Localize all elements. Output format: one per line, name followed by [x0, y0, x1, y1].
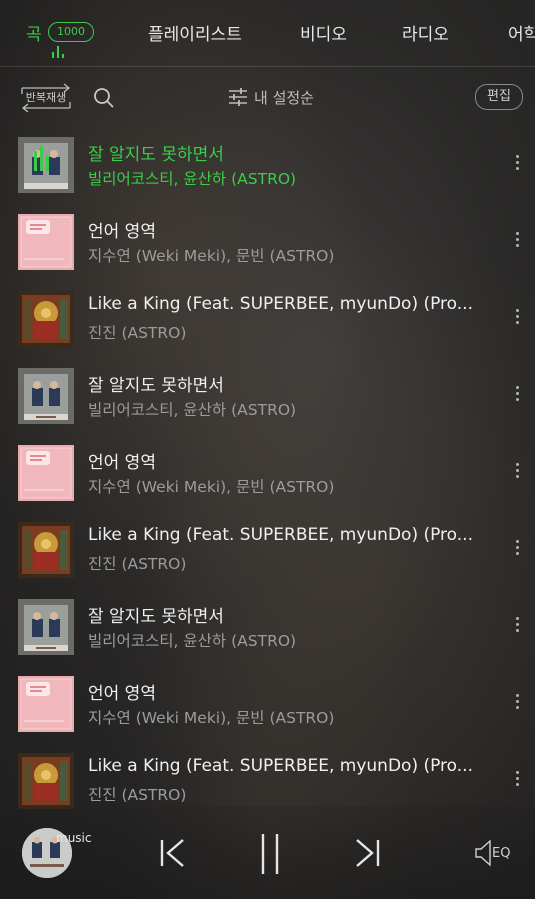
- album-art-eoneo-yeongyeok: [18, 676, 74, 732]
- album-art-eoneo-yeongyeok: [18, 214, 74, 270]
- track-row[interactable]: 잘 알지도 못하면서 빌리어코스티, 윤산하 (ASTRO): [0, 589, 535, 666]
- more-vertical-icon[interactable]: [513, 386, 521, 408]
- tab-songs[interactable]: 곡: [26, 20, 42, 45]
- track-row[interactable]: Like a King (Feat. SUPERBEE, myunDo) (Pr…: [0, 512, 535, 589]
- album-art-like-a-king: [18, 753, 74, 809]
- edit-button[interactable]: 편집: [475, 84, 523, 110]
- track-title: Like a King (Feat. SUPERBEE, myunDo) (Pr…: [88, 525, 473, 545]
- speaker-eq-icon: [475, 839, 491, 867]
- track-artist: 빌리어코스티, 윤산하 (ASTRO): [88, 170, 297, 188]
- more-vertical-icon[interactable]: [513, 463, 521, 485]
- more-vertical-icon[interactable]: [513, 309, 521, 331]
- track-artist: 지수연 (Weki Meki), 문빈 (ASTRO): [88, 478, 335, 496]
- repeat-label: 반복재생: [25, 91, 67, 104]
- album-art-ijaljido: [18, 368, 74, 424]
- track-row[interactable]: 언어 영역 지수연 (Weki Meki), 문빈 (ASTRO): [0, 204, 535, 281]
- more-vertical-icon[interactable]: [513, 540, 521, 562]
- album-art-ijaljido: [18, 137, 74, 193]
- tab-songs-count-badge: 1000: [48, 22, 94, 42]
- album-art-ijaljido: [18, 599, 74, 655]
- tab-playlist[interactable]: 플레이리스트: [148, 20, 242, 45]
- category-tabs: 곡 1000 플레이리스트 비디오 라디오 어학: [0, 0, 535, 67]
- now-playing-equalizer-icon: [52, 46, 66, 58]
- album-art-like-a-king: [18, 522, 74, 578]
- album-art-eoneo-yeongyeok: [18, 445, 74, 501]
- mini-player: music EQ: [0, 806, 535, 899]
- track-title: Like a King (Feat. SUPERBEE, myunDo) (Pr…: [88, 294, 473, 314]
- tab-video[interactable]: 비디오: [300, 20, 347, 45]
- eq-label: EQ: [492, 846, 511, 861]
- more-vertical-icon[interactable]: [513, 232, 521, 254]
- sliders-icon: [229, 88, 247, 106]
- more-vertical-icon[interactable]: [513, 155, 521, 177]
- list-toolbar: 반복재생 내 설정순 편집: [0, 78, 535, 118]
- album-art-like-a-king: [18, 291, 74, 347]
- more-vertical-icon[interactable]: [513, 694, 521, 716]
- track-title: 언어 영역: [88, 222, 156, 242]
- more-vertical-icon[interactable]: [513, 617, 521, 639]
- track-title: 잘 알지도 못하면서: [88, 145, 224, 165]
- track-title: 잘 알지도 못하면서: [88, 607, 224, 627]
- track-title: 언어 영역: [88, 684, 156, 704]
- track-artist: 빌리어코스티, 윤산하 (ASTRO): [88, 401, 297, 419]
- track-title: 언어 영역: [88, 453, 156, 473]
- track-row[interactable]: Like a King (Feat. SUPERBEE, myunDo) (Pr…: [0, 281, 535, 358]
- track-artist: 지수연 (Weki Meki), 문빈 (ASTRO): [88, 709, 335, 727]
- search-icon: [94, 88, 114, 108]
- skip-previous-icon[interactable]: [158, 836, 188, 870]
- track-artist: 진진 (ASTRO): [88, 555, 187, 573]
- pause-icon[interactable]: [255, 832, 285, 876]
- skip-next-icon[interactable]: [352, 836, 382, 870]
- track-artist: 지수연 (Weki Meki), 문빈 (ASTRO): [88, 247, 335, 265]
- track-title: Like a King (Feat. SUPERBEE, myunDo) (Pr…: [88, 756, 473, 776]
- sort-label: 내 설정순: [254, 89, 314, 107]
- track-artist: 진진 (ASTRO): [88, 324, 187, 342]
- track-artist: 진진 (ASTRO): [88, 786, 187, 804]
- tab-language[interactable]: 어학: [508, 20, 535, 45]
- track-row[interactable]: 언어 영역 지수연 (Weki Meki), 문빈 (ASTRO): [0, 435, 535, 512]
- more-vertical-icon[interactable]: [513, 771, 521, 793]
- track-row[interactable]: 잘 알지도 못하면서 빌리어코스티, 윤산하 (ASTRO): [0, 127, 535, 204]
- track-row[interactable]: 잘 알지도 못하면서 빌리어코스티, 윤산하 (ASTRO): [0, 358, 535, 435]
- search-button[interactable]: [92, 86, 116, 110]
- track-list: 잘 알지도 못하면서 빌리어코스티, 윤산하 (ASTRO) 언어 영역 지수연…: [0, 127, 535, 820]
- track-artist: 빌리어코스티, 윤산하 (ASTRO): [88, 632, 297, 650]
- track-title: 잘 알지도 못하면서: [88, 376, 224, 396]
- repeat-button[interactable]: 반복재생: [18, 83, 74, 112]
- track-row[interactable]: 언어 영역 지수연 (Weki Meki), 문빈 (ASTRO): [0, 666, 535, 743]
- tab-radio[interactable]: 라디오: [402, 20, 449, 45]
- eq-button[interactable]: EQ: [474, 838, 518, 868]
- source-label: music: [56, 831, 92, 845]
